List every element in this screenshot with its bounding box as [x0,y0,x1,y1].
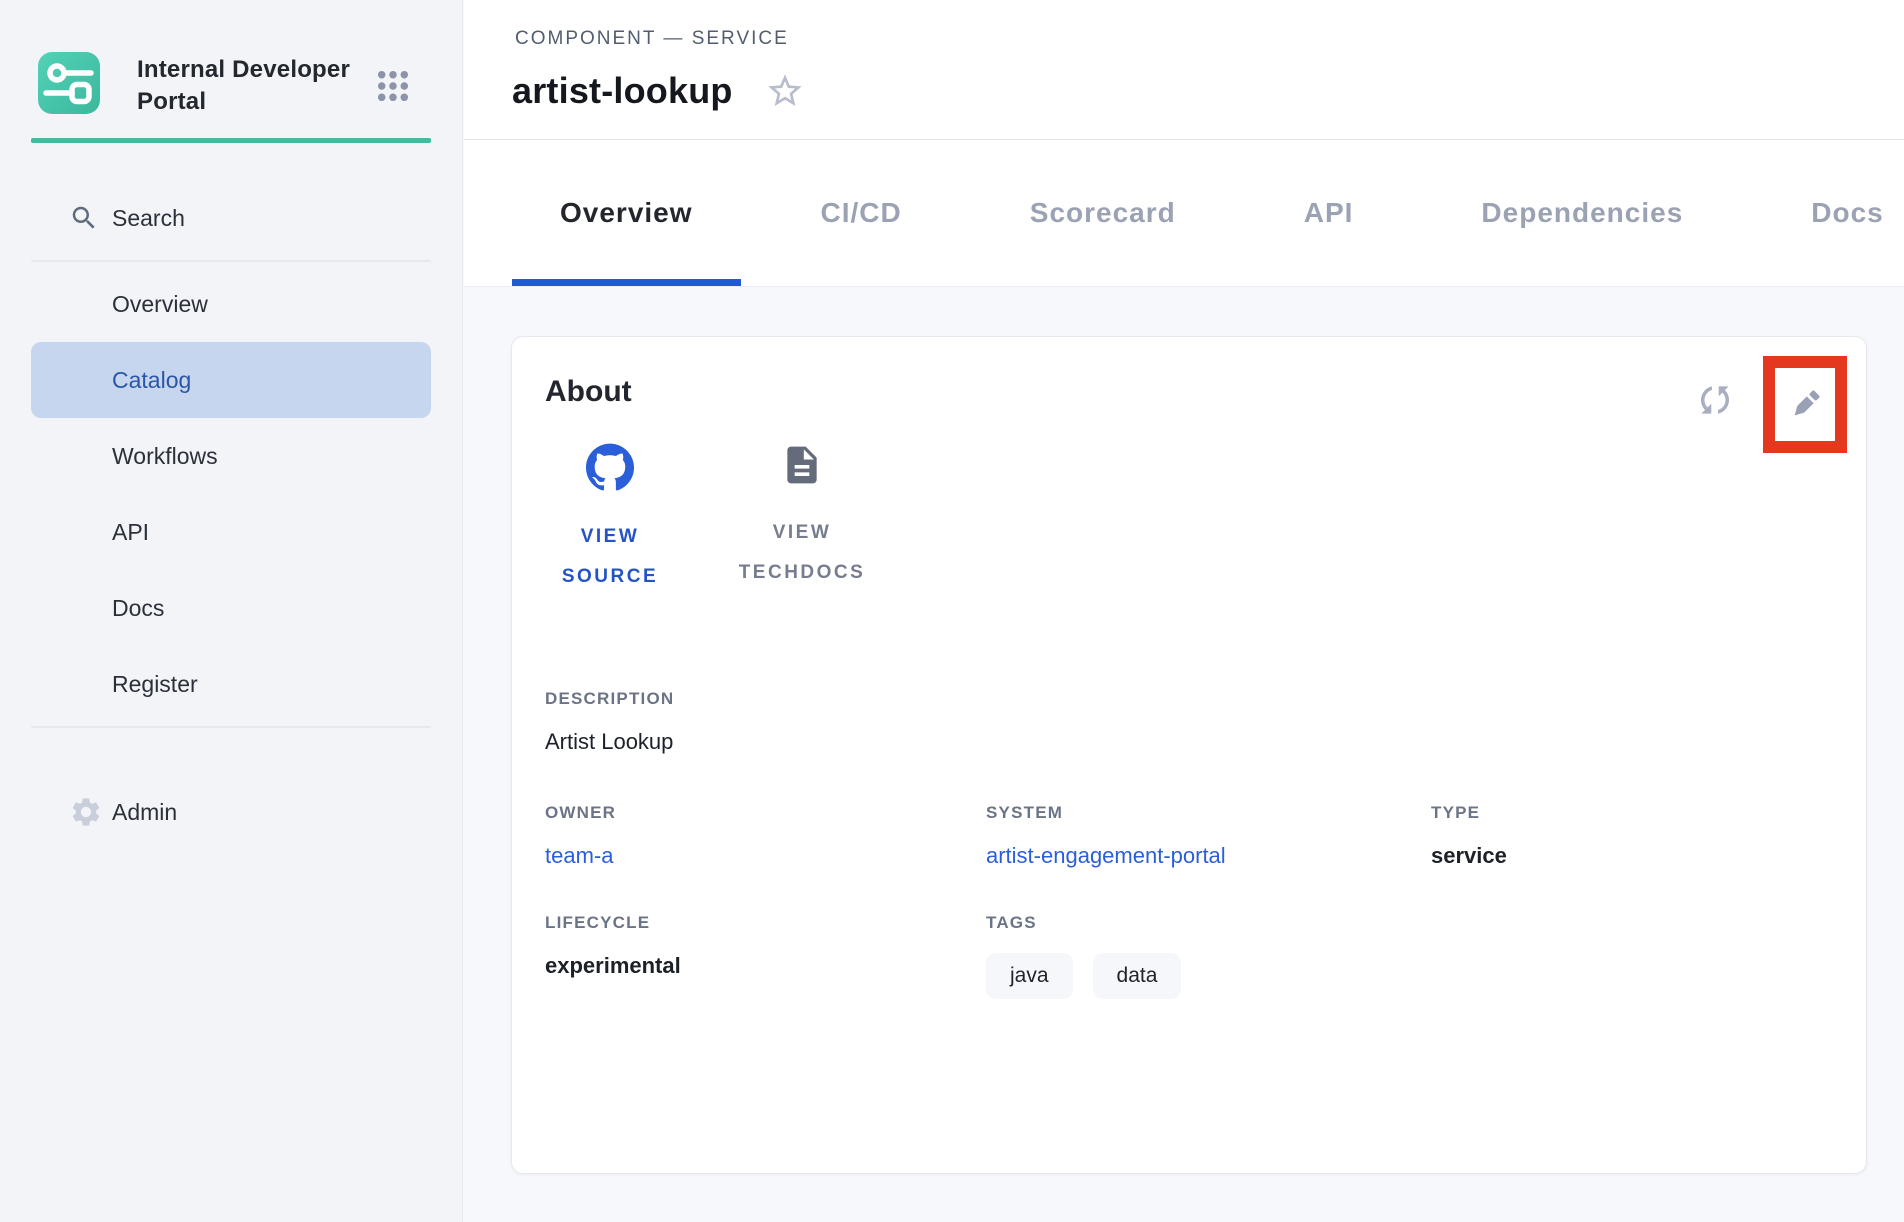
view-techdocs-label: VIEW TECHDOCS [717,513,887,593]
tab-scorecard[interactable]: Scorecard [982,140,1224,286]
field-label: DESCRIPTION [545,689,1833,709]
sidebar-item-admin[interactable]: Admin [31,774,431,850]
tag-chips: java data [986,953,1431,999]
owner-link[interactable]: team-a [545,843,613,868]
type-value: service [1431,843,1833,869]
description-value: Artist Lookup [545,729,1833,755]
sidebar-item-label: Catalog [112,367,191,394]
field-tags: TAGS java data [986,913,1431,999]
apps-grid-icon[interactable] [377,70,409,102]
fields-row-2: LIFECYCLE experimental TAGS java data [545,913,1833,999]
brand-underline [31,138,431,143]
main-area: COMPONENT — SERVICE artist-lookup Overvi… [464,0,1904,1222]
sidebar-item-overview[interactable]: Overview [31,266,431,342]
sidebar-divider [31,260,431,262]
sidebar-item-label: API [112,519,149,546]
system-link[interactable]: artist-engagement-portal [986,843,1226,868]
sidebar-item-label: Search [112,205,185,232]
fields-row-1: OWNER team-a SYSTEM artist-engagement-po… [545,803,1833,869]
tab-api[interactable]: API [1256,140,1402,286]
about-card: About [511,336,1867,1174]
field-label: LIFECYCLE [545,913,986,933]
field-system: SYSTEM artist-engagement-portal [986,803,1431,869]
breadcrumb: COMPONENT — SERVICE [515,28,789,50]
app-title: Internal Developer Portal [137,54,387,118]
field-label: TAGS [986,913,1431,933]
view-source-label: VIEW SOURCE [545,517,675,597]
page-title: artist-lookup [512,70,733,112]
sidebar-item-workflows[interactable]: Workflows [31,418,431,494]
sidebar-header: Internal Developer Portal [0,0,462,138]
entity-links: VIEW SOURCE VIEW TECHDOCS [545,443,887,597]
search-icon [69,203,99,233]
sidebar-nav: Search Overview Catalog Workflows API Do… [0,180,462,850]
sidebar-item-label: Overview [112,291,208,318]
document-icon [780,443,824,487]
field-label: TYPE [1431,803,1833,823]
github-icon [586,443,634,491]
sidebar: Internal Developer Portal Search [0,0,463,1222]
tag-chip[interactable]: java [986,953,1073,999]
lifecycle-value: experimental [545,953,986,979]
tab-overview[interactable]: Overview [512,140,741,286]
sidebar-item-label: Docs [112,595,164,622]
gear-icon [69,795,103,829]
tag-chip[interactable]: data [1093,953,1182,999]
tab-cicd[interactable]: CI/CD [773,140,950,286]
sidebar-item-label: Register [112,671,198,698]
annotation-highlight-box [1763,356,1847,453]
sidebar-item-docs[interactable]: Docs [31,570,431,646]
sidebar-item-label: Workflows [112,443,218,470]
entity-header: COMPONENT — SERVICE artist-lookup [464,0,1904,140]
tab-docs[interactable]: Docs [1763,140,1904,286]
tab-dependencies[interactable]: Dependencies [1433,140,1731,286]
refresh-icon[interactable] [1694,379,1736,421]
field-type: TYPE service [1431,803,1833,869]
sidebar-divider [31,726,431,728]
field-label: OWNER [545,803,986,823]
field-owner: OWNER team-a [545,803,986,869]
field-description: DESCRIPTION Artist Lookup [545,689,1833,755]
app-logo-icon [38,52,100,114]
app-window: Internal Developer Portal Search [0,0,1904,1222]
tab-bar: Overview CI/CD Scorecard API Dependencie… [464,140,1904,287]
sidebar-item-label: Admin [112,799,177,826]
field-label: SYSTEM [986,803,1431,823]
sidebar-item-api[interactable]: API [31,494,431,570]
tab-content: About [464,288,1904,1222]
favorite-star-icon[interactable] [765,71,805,111]
about-card-title: About [545,375,632,409]
view-source-link[interactable]: VIEW SOURCE [545,443,675,597]
field-lifecycle: LIFECYCLE experimental [545,913,986,999]
sidebar-item-search[interactable]: Search [31,180,431,256]
edit-pencil-icon[interactable] [1785,385,1825,425]
about-fields: DESCRIPTION Artist Lookup OWNER team-a S… [545,689,1833,1043]
view-techdocs-link[interactable]: VIEW TECHDOCS [717,443,887,597]
sidebar-item-catalog[interactable]: Catalog [31,342,431,418]
sidebar-item-register[interactable]: Register [31,646,431,722]
